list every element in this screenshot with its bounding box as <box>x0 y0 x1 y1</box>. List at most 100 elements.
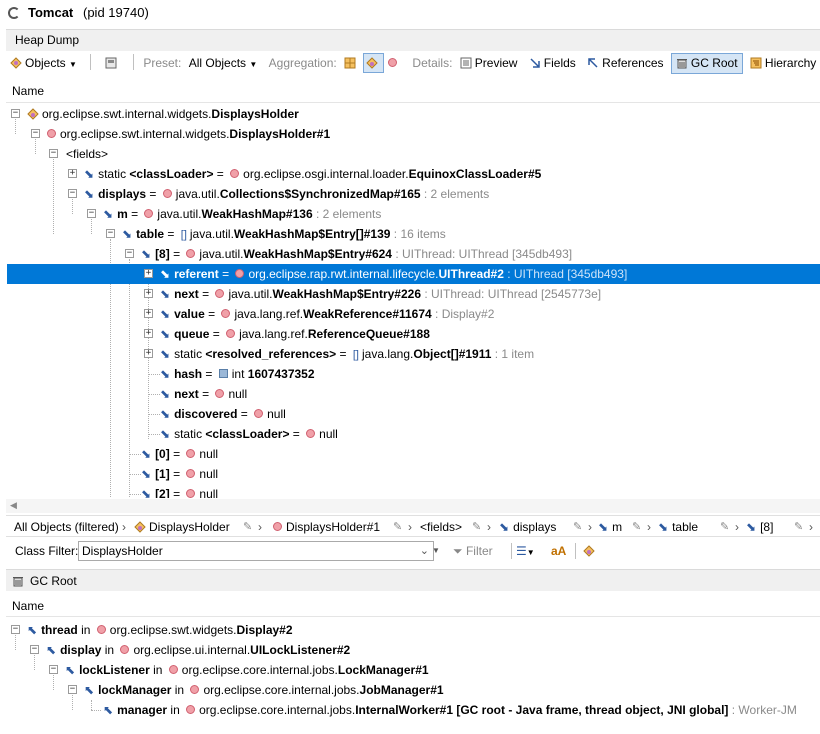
breadcrumb-item[interactable]: ⬊ [8] <box>746 516 773 536</box>
collapse-toggle[interactable]: − <box>11 625 20 634</box>
pin-icon[interactable]: ✎ <box>794 516 803 536</box>
tree-row[interactable]: ⬊ static <classLoader> = null <box>0 424 820 444</box>
collapse-toggle[interactable]: − <box>87 209 96 218</box>
toolbar-separator <box>90 54 92 70</box>
match-mode-dropdown[interactable]: ☰▼ <box>516 539 535 565</box>
row-modifier: static <box>98 167 130 181</box>
heap-tree[interactable]: − org.eclipse.swt.internal.widgets.Displ… <box>0 104 820 498</box>
gc-root-tree[interactable]: − ⬉ thread in org.eclipse.swt.widgets.Dis… <box>0 620 820 730</box>
case-sensitive-button[interactable]: aA <box>551 539 566 563</box>
pin-icon[interactable]: ✎ <box>393 516 402 536</box>
collapse-toggle[interactable]: − <box>11 109 20 118</box>
tree-row[interactable]: − ⬊ table = [] java.util.WeakHashMap$Entry… <box>0 224 820 244</box>
tree-row[interactable]: + ⬊ queue = java.lang.ref.ReferenceQueue#… <box>0 324 820 344</box>
pin-icon[interactable]: ✎ <box>632 516 641 536</box>
tree-row[interactable]: + ⬊ next = java.util.WeakHashMap$Entry#22… <box>0 284 820 304</box>
pin-icon[interactable]: ✎ <box>243 516 252 536</box>
collapse-toggle[interactable]: − <box>30 645 39 654</box>
preview-button[interactable]: Preview <box>456 52 522 74</box>
references-label: References <box>602 56 664 70</box>
breadcrumb-item[interactable]: DisplaysHolder <box>134 516 230 536</box>
instance-icon <box>190 685 200 694</box>
expand-toggle[interactable]: + <box>144 329 153 338</box>
tree-row[interactable]: ⬊ next = null <box>0 384 820 404</box>
fields-button[interactable]: Fields <box>525 52 580 74</box>
aggregation-instance-button[interactable] <box>384 52 401 74</box>
row-eq: = <box>336 347 350 361</box>
breadcrumb-item[interactable]: ⬊ table <box>658 516 698 536</box>
chevron-down-icon[interactable]: ⌄ <box>420 542 429 560</box>
expand-toggle[interactable]: + <box>68 169 77 178</box>
row-value: null <box>199 467 219 481</box>
gc-root-row[interactable]: ⬉ manager in org.eclipse.core.internal.jo… <box>0 700 820 720</box>
instance-icon <box>235 269 245 278</box>
tree-row[interactable]: + ⬊ value = java.lang.ref.WeakReference#1… <box>0 304 820 324</box>
expand-toggle[interactable]: + <box>144 349 153 358</box>
expand-toggle[interactable]: + <box>144 289 153 298</box>
collapse-toggle[interactable]: − <box>49 665 58 674</box>
class-filter-input[interactable]: DisplaysHolder ⌄ <box>78 541 434 561</box>
tree-row[interactable]: + ⬊ static <classLoader> = org.eclipse.os… <box>0 164 820 184</box>
tree-row[interactable]: − ⬊ displays = java.util.Collections$Sync… <box>0 184 820 204</box>
collapse-toggle[interactable]: − <box>31 129 40 138</box>
pin-icon[interactable]: ✎ <box>472 516 481 536</box>
snapshot-button[interactable] <box>101 52 124 74</box>
tree-row[interactable]: − <fields> <box>0 144 820 164</box>
expand-toggle[interactable]: + <box>144 309 153 318</box>
tree-row[interactable]: ⬊ hash = int 1607437352 <box>0 364 820 384</box>
collapse-toggle[interactable]: − <box>68 189 77 198</box>
collapse-toggle[interactable]: − <box>106 229 115 238</box>
tree-row-selected[interactable]: + ⬊ referent = org.eclipse.rap.rwt.intern… <box>7 264 820 284</box>
window-title: Tomcat <box>28 5 74 20</box>
breadcrumb-item[interactable]: ⬊ m <box>598 516 622 536</box>
gc-root-tree-header[interactable]: Name <box>6 595 820 617</box>
scroll-left-icon[interactable]: ◀ <box>10 500 17 511</box>
expand-toggle[interactable]: + <box>144 269 153 278</box>
gc-root-row[interactable]: − ⬉ lockManager in org.eclipse.core.inter… <box>0 680 820 700</box>
row-field: next <box>174 387 199 401</box>
tree-row[interactable]: ⬊ [2] = null <box>0 484 820 498</box>
hierarchy-button[interactable]: Hierarchy <box>746 52 820 74</box>
gc-root-row[interactable]: − ⬉ thread in org.eclipse.swt.widgets.Dis… <box>0 620 820 640</box>
tree-header[interactable]: Name <box>6 79 820 103</box>
gc-root-button[interactable]: GC Root <box>670 53 743 74</box>
breadcrumb-item[interactable]: ⬊ displays <box>499 516 556 536</box>
row-value-prefix: int <box>231 367 248 381</box>
horizontal-scrollbar[interactable]: ◀ <box>6 499 820 513</box>
instance-icon <box>215 289 225 298</box>
filter-history-dropdown[interactable]: ▼ <box>432 539 440 563</box>
row-value: Object[]#1911 <box>413 347 492 361</box>
collapse-toggle[interactable]: − <box>68 685 77 694</box>
objects-dropdown[interactable]: Objects ▼ <box>6 52 81 74</box>
gc-root-row[interactable]: − ⬉ lockListener in org.eclipse.core.inte… <box>0 660 820 680</box>
row-modifier: static <box>174 427 206 441</box>
aggregation-package-button[interactable] <box>340 52 363 74</box>
gc-root-row[interactable]: − ⬉ display in org.eclipse.ui.internal.UI… <box>0 640 820 660</box>
tree-row[interactable]: ⬊ [1] = null <box>0 464 820 484</box>
tree-row[interactable]: + ⬊ static <resolved_references> = [] java… <box>0 344 820 364</box>
preset-dropdown[interactable]: All Objects ▼ <box>185 52 262 74</box>
tree-row[interactable]: − ⬊ m = java.util.WeakHashMap#136 : 2 ele… <box>0 204 820 224</box>
collapse-toggle[interactable]: − <box>125 249 134 258</box>
tab-label: Heap Dump <box>15 33 80 47</box>
collapse-toggle[interactable]: − <box>49 149 58 158</box>
pin-icon[interactable]: ✎ <box>720 516 729 536</box>
aggregation-class-button[interactable] <box>363 53 385 73</box>
tree-row[interactable]: − ⬊ [8] = java.util.WeakHashMap$Entry#624… <box>0 244 820 264</box>
tree-row[interactable]: ⬊ discovered = null <box>0 404 820 424</box>
tree-row[interactable]: − org.eclipse.swt.internal.widgets.Displ… <box>0 104 820 124</box>
toolbar-separator <box>575 543 576 559</box>
class-filter-type-button[interactable] <box>583 539 598 563</box>
pin-icon[interactable]: ✎ <box>573 516 582 536</box>
gc-class: InternalWorker#1 [GC root - Java frame, … <box>355 703 729 717</box>
tree-row[interactable]: − org.eclipse.swt.internal.widgets.Displ… <box>0 124 820 144</box>
breadcrumb-item[interactable]: <fields> <box>420 516 462 536</box>
row-eq: = <box>198 287 213 301</box>
filter-button[interactable]: ⏷ Filter <box>453 539 493 563</box>
tree-row[interactable]: ⬊ [0] = null <box>0 444 820 464</box>
heap-dump-tab[interactable]: Heap Dump <box>6 29 820 51</box>
instance-icon <box>186 469 196 478</box>
breadcrumb-item[interactable]: All Objects (filtered) <box>14 516 119 536</box>
breadcrumb-item[interactable]: DisplaysHolder#1 <box>270 516 380 536</box>
references-button[interactable]: References <box>583 52 667 74</box>
